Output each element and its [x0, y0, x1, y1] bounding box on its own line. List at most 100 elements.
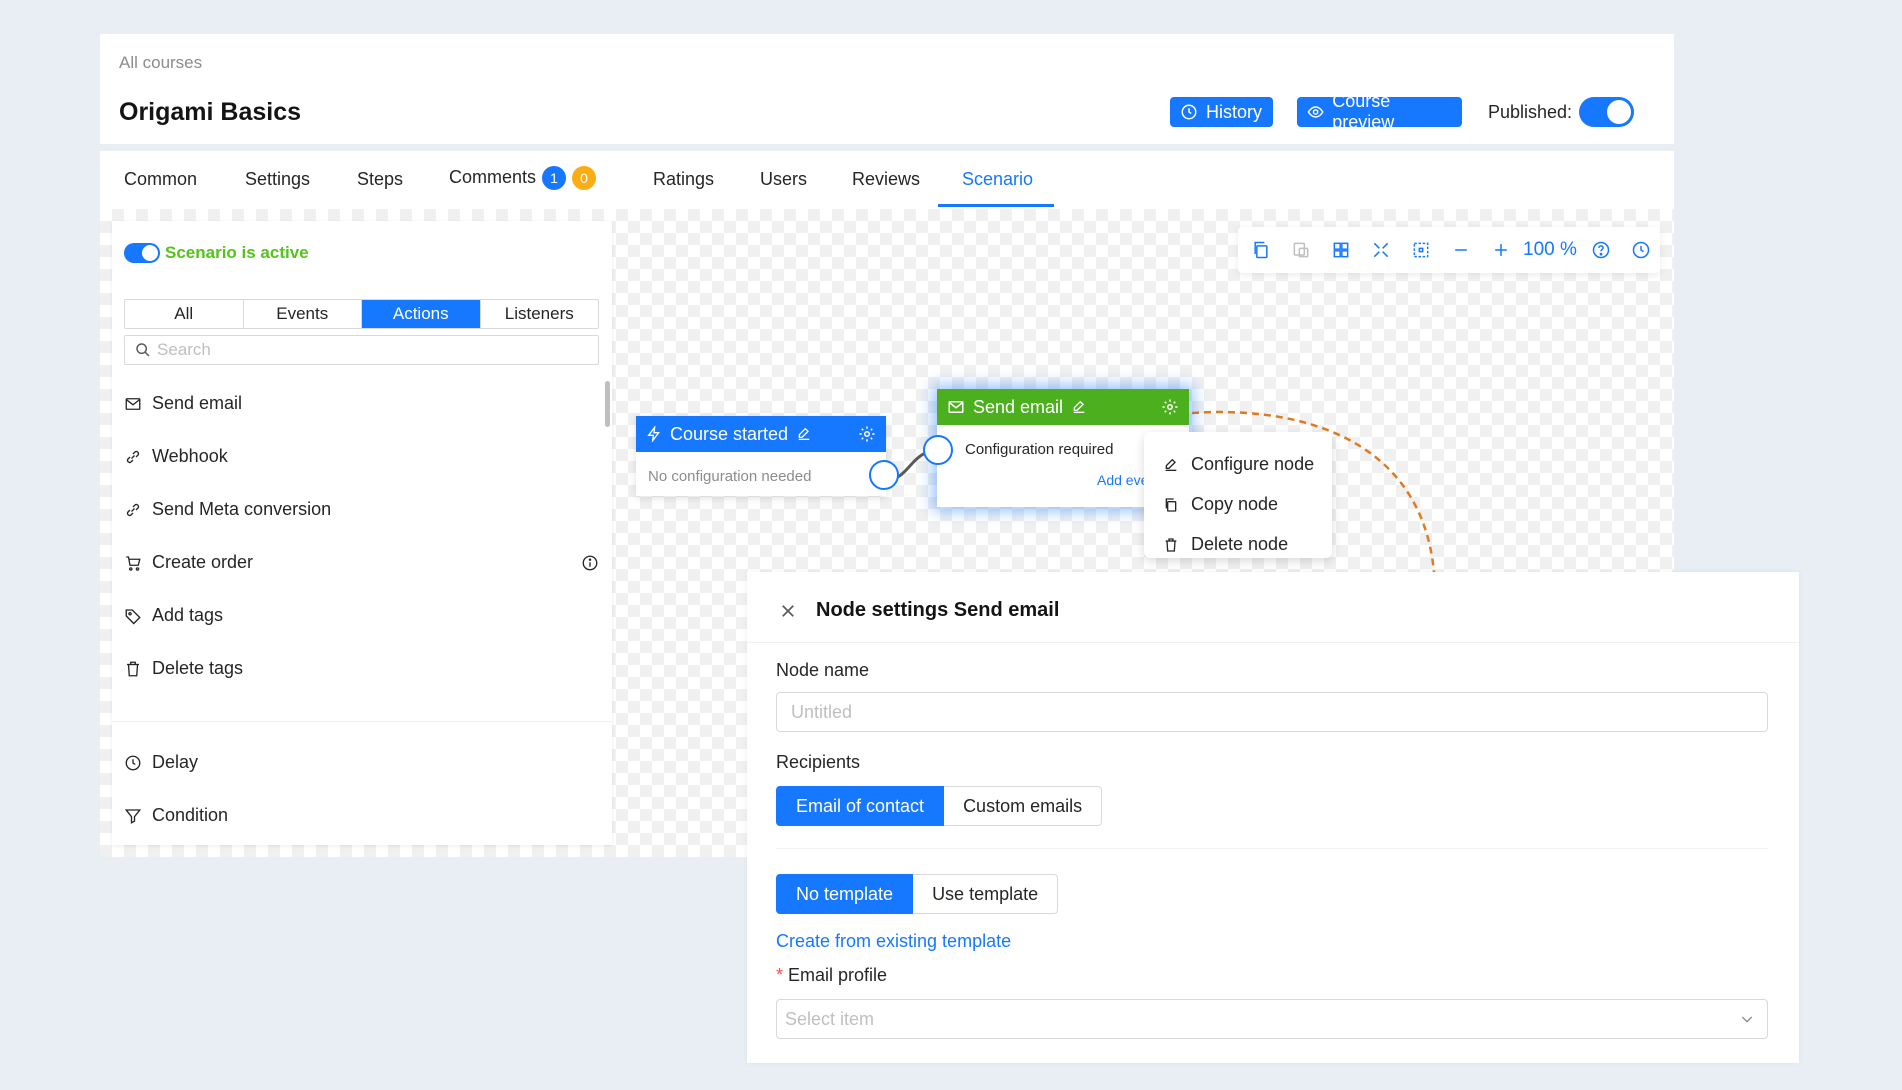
- input-port[interactable]: [923, 435, 953, 465]
- node-name-input[interactable]: [791, 701, 1731, 723]
- action-add-tags[interactable]: Add tags: [124, 605, 223, 626]
- search-box: [124, 335, 599, 365]
- node-header: Course started: [636, 416, 886, 452]
- search-icon: [136, 343, 150, 357]
- fit-icon[interactable]: [1371, 240, 1391, 260]
- course-header: All courses Origami Basics History Cours…: [100, 34, 1674, 144]
- zoom-in-icon[interactable]: [1491, 240, 1511, 260]
- info-icon[interactable]: [581, 554, 599, 572]
- published-toggle[interactable]: [1579, 97, 1634, 127]
- filter-actions[interactable]: Actions: [362, 300, 481, 328]
- tab-comments[interactable]: Comments 1 0: [449, 166, 597, 190]
- menu-configure-node[interactable]: Configure node: [1163, 454, 1314, 475]
- gear-icon[interactable]: [1161, 398, 1179, 416]
- active-tab-indicator: [938, 204, 1054, 207]
- email-profile-placeholder: Select item: [785, 1008, 875, 1029]
- trash-icon: [127, 661, 139, 676]
- tab-scenario[interactable]: Scenario: [962, 169, 1033, 190]
- drawer-divider: [747, 642, 1799, 643]
- required-marker: *: [776, 965, 784, 985]
- node-name-field: [776, 692, 1768, 732]
- comments-count-badge: 1: [542, 166, 567, 190]
- menu-delete-node[interactable]: Delete node: [1163, 534, 1288, 555]
- menu-item-label: Delete node: [1191, 534, 1289, 554]
- template-use[interactable]: Use template: [913, 874, 1059, 914]
- flow-delay[interactable]: Delay: [124, 752, 198, 773]
- close-icon[interactable]: [779, 602, 797, 620]
- node-title: Course started: [670, 423, 789, 444]
- menu-copy-node[interactable]: Copy node: [1163, 494, 1278, 515]
- toggle-knob: [142, 245, 158, 261]
- template-toggle: No template Use template: [776, 874, 1059, 914]
- mail-icon: [125, 397, 141, 410]
- node-course-started[interactable]: Course started No configuration needed: [636, 416, 899, 496]
- scenario-active-label: Scenario is active: [165, 243, 309, 262]
- history-icon[interactable]: [1631, 240, 1651, 260]
- action-label: Send Meta conversion: [152, 499, 332, 519]
- node-name-label: Node name: [776, 660, 870, 680]
- select-icon[interactable]: [1411, 240, 1431, 260]
- filter-segmented: All Events Actions Listeners: [124, 299, 599, 329]
- recipients-email-of-contact[interactable]: Email of contact: [776, 786, 945, 826]
- canvas-toolbar: 100 %: [1238, 227, 1660, 273]
- template-none[interactable]: No template: [776, 874, 914, 914]
- toggle-knob: [1607, 100, 1631, 124]
- tab-bar: Common Settings Steps Comments 1 0 Ratings…: [100, 151, 1674, 209]
- search-input[interactable]: [157, 340, 577, 360]
- edit-icon: [1165, 458, 1177, 471]
- recipients-custom-emails[interactable]: Custom emails: [944, 786, 1103, 826]
- tab-common[interactable]: Common: [124, 169, 197, 190]
- recipients-label: Recipients: [776, 752, 861, 772]
- email-profile-label: Email profile: [788, 965, 888, 985]
- help-icon[interactable]: [1591, 240, 1611, 260]
- action-send-meta-conversion[interactable]: Send Meta conversion: [124, 499, 331, 520]
- grid-icon[interactable]: [1331, 240, 1351, 260]
- mail-icon: [948, 401, 964, 413]
- breadcrumb[interactable]: All courses: [119, 53, 202, 73]
- create-from-template-link[interactable]: Create from existing template: [776, 931, 1011, 952]
- email-profile-select[interactable]: Select item: [776, 999, 1768, 1039]
- filter-all[interactable]: All: [125, 300, 244, 328]
- edit-icon[interactable]: [796, 426, 812, 442]
- node-body: No configuration needed: [648, 468, 812, 485]
- action-label: Send email: [152, 393, 243, 413]
- edit-icon[interactable]: [1071, 399, 1087, 415]
- action-send-email[interactable]: Send email: [124, 393, 242, 414]
- tab-users[interactable]: Users: [760, 169, 807, 190]
- drawer-title: Node settings Send email: [816, 599, 1060, 621]
- tab-settings[interactable]: Settings: [245, 169, 310, 190]
- node-settings-drawer: Node settings Send email Node name Recip…: [747, 572, 1799, 1063]
- add-event-link[interactable]: Add eve: [1097, 472, 1148, 488]
- paste-icon[interactable]: [1291, 240, 1311, 260]
- lightning-icon: [647, 426, 660, 442]
- copy-icon[interactable]: [1251, 240, 1271, 260]
- tab-comments-label: Comments: [449, 166, 537, 187]
- output-port[interactable]: [869, 460, 899, 490]
- flow-condition[interactable]: Condition: [124, 805, 228, 826]
- scenario-active-toggle[interactable]: [124, 243, 160, 263]
- course-preview-button[interactable]: Course preview: [1297, 91, 1462, 132]
- clock-icon: [125, 755, 141, 770]
- action-create-order[interactable]: Create order: [124, 552, 599, 573]
- zoom-level: 100 %: [1523, 239, 1577, 260]
- menu-item-label: Copy node: [1191, 494, 1279, 514]
- action-webhook[interactable]: Webhook: [124, 446, 228, 467]
- link-icon: [126, 503, 140, 516]
- action-label: Delete tags: [152, 658, 244, 678]
- tab-reviews[interactable]: Reviews: [852, 169, 920, 190]
- eye-icon: [1307, 106, 1324, 118]
- action-delete-tags[interactable]: Delete tags: [124, 658, 243, 679]
- panel-scrollbar[interactable]: [605, 381, 610, 427]
- tab-ratings[interactable]: Ratings: [653, 169, 714, 190]
- filter-events[interactable]: Events: [244, 300, 362, 328]
- node-body: Configuration required: [965, 441, 1114, 458]
- actions-panel: Scenario is active All Events Actions Li…: [112, 221, 612, 845]
- zoom-out-icon[interactable]: [1451, 240, 1471, 260]
- filter-listeners[interactable]: Listeners: [481, 300, 599, 328]
- tab-steps[interactable]: Steps: [357, 169, 403, 190]
- node-header: Send email: [937, 389, 1189, 425]
- history-button[interactable]: History: [1170, 97, 1273, 127]
- gear-icon[interactable]: [858, 425, 876, 443]
- action-label: Add tags: [152, 605, 224, 625]
- course-preview-label: Course preview: [1332, 91, 1395, 132]
